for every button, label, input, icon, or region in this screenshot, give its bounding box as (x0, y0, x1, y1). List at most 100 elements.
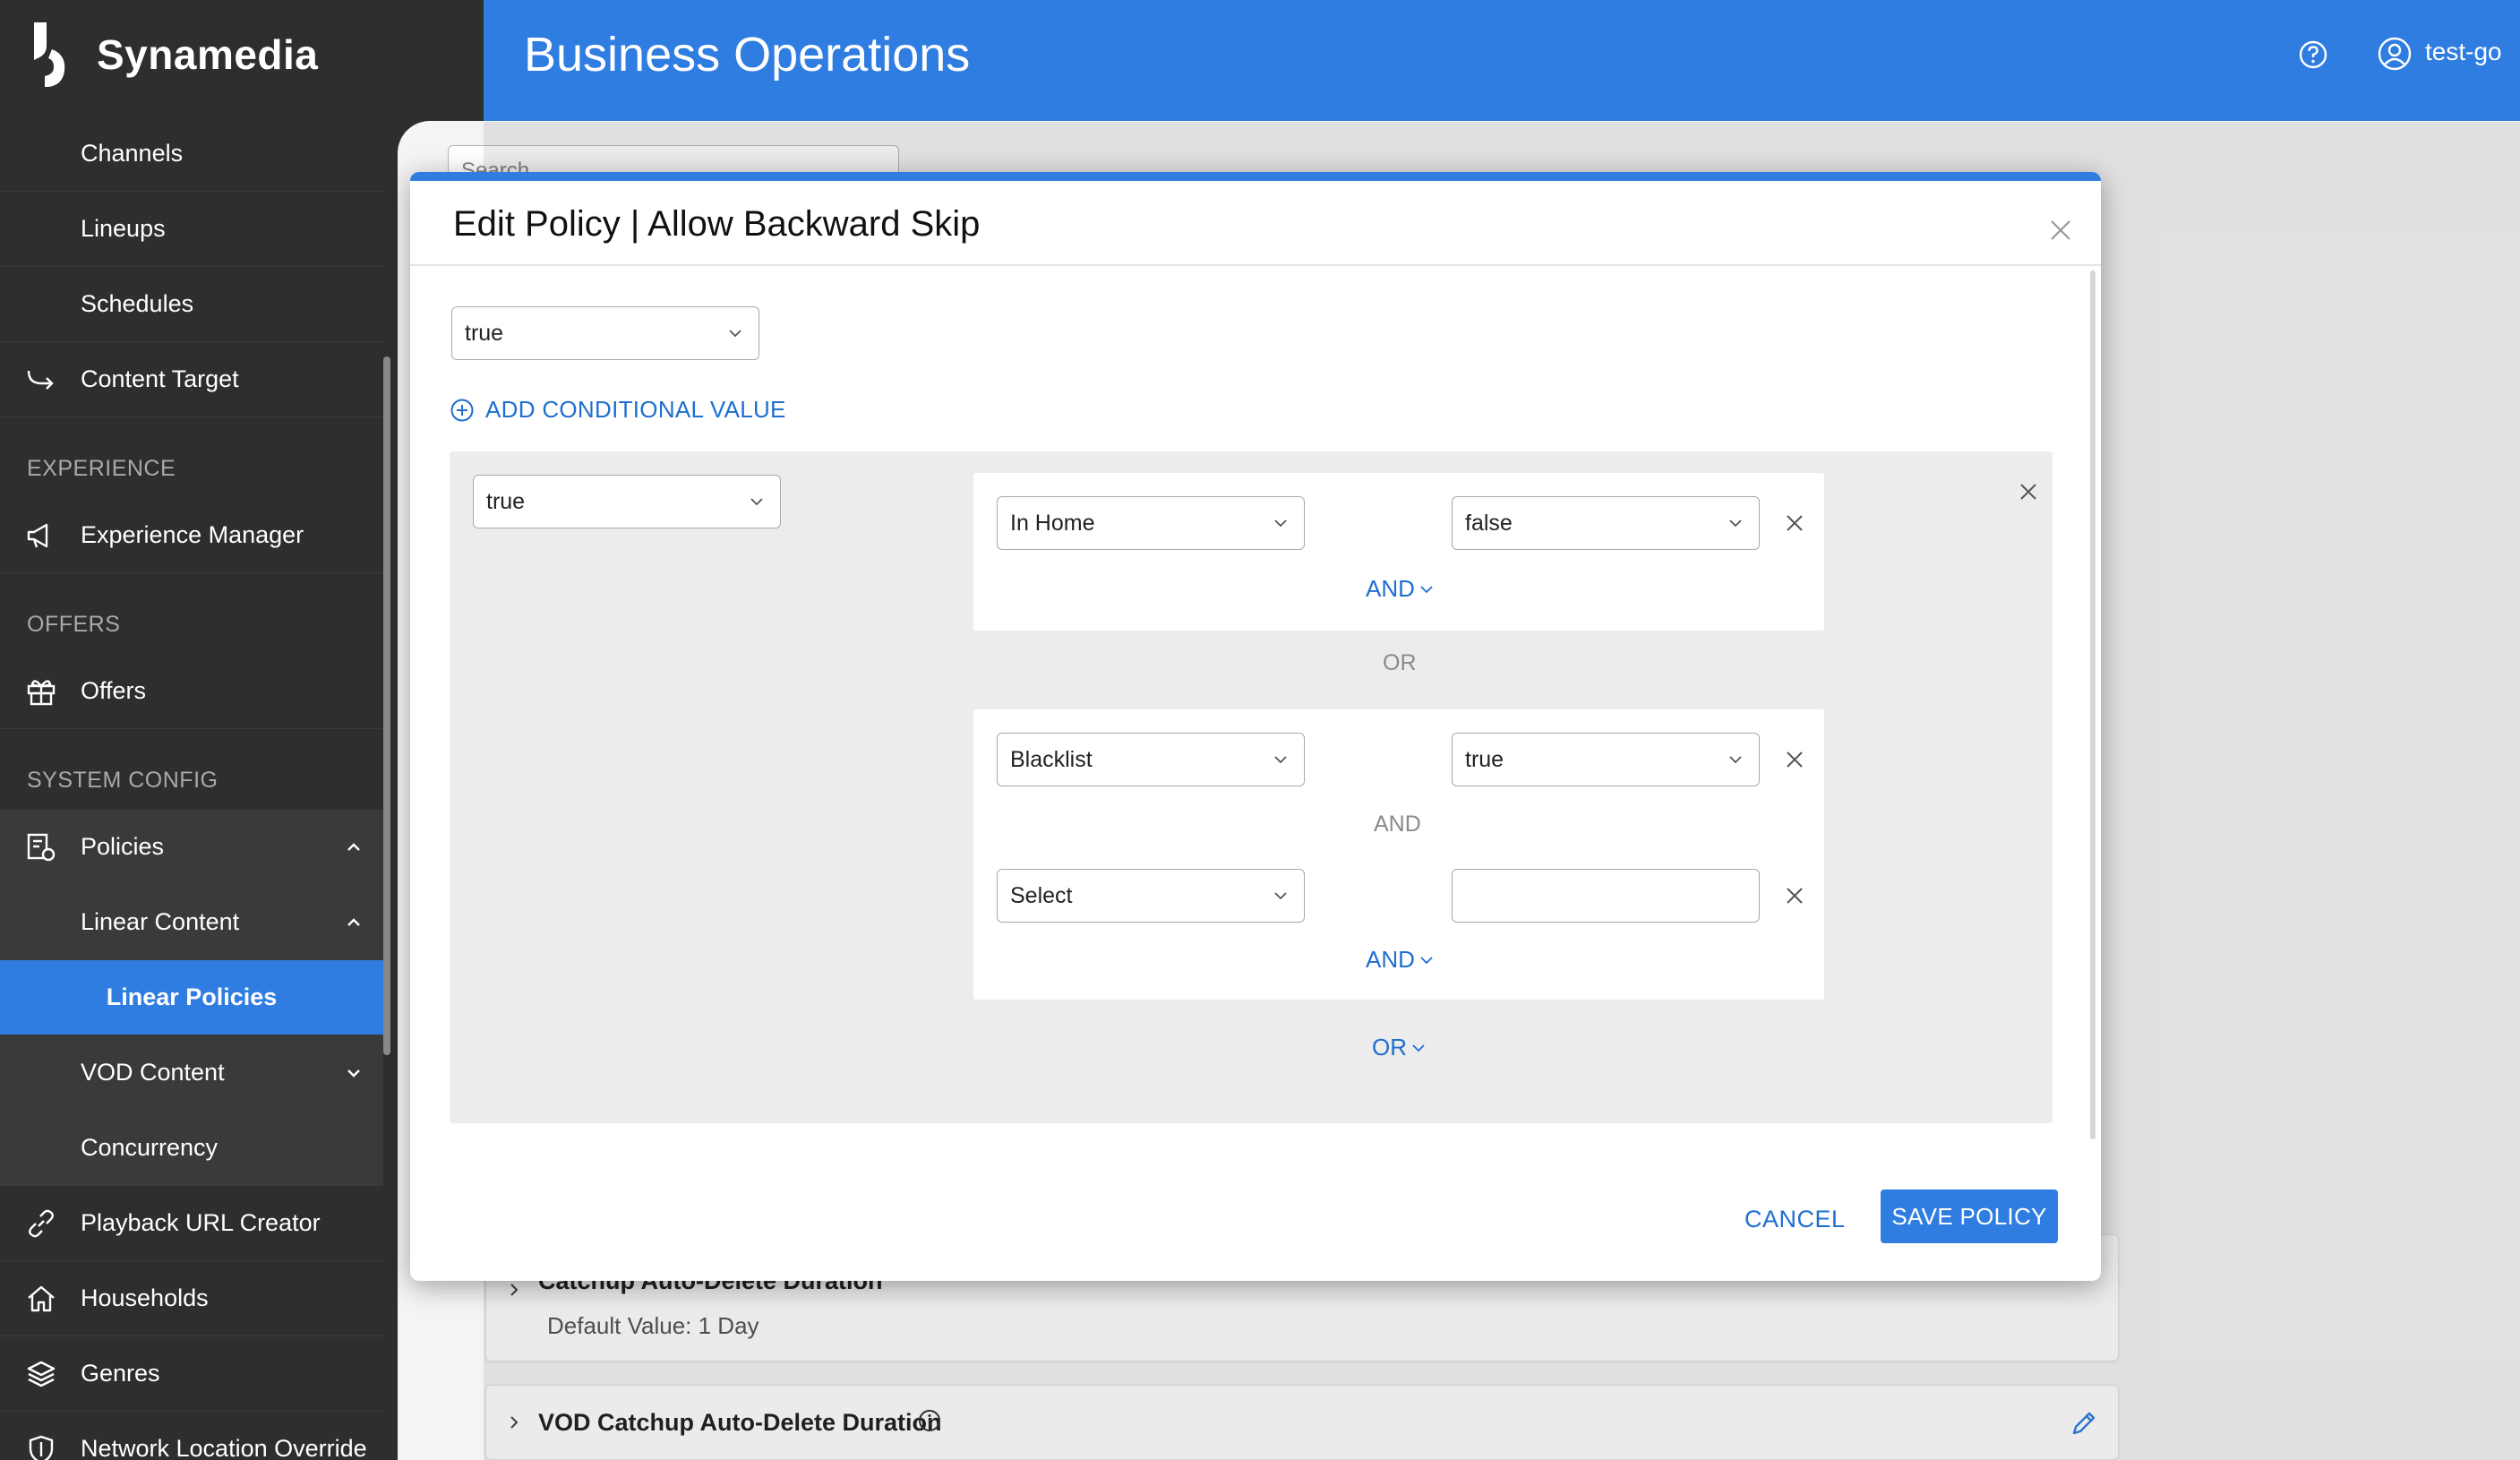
chevron-down-icon (1412, 1043, 1425, 1052)
dialog-scrollbar[interactable] (2090, 271, 2096, 1139)
chevron-down-icon (1729, 756, 1742, 764)
and-label: AND (1366, 575, 1415, 602)
user-avatar-icon[interactable] (2377, 36, 2413, 72)
sidebar-item-label: Linear Policies (106, 983, 278, 1010)
and-label: AND (1366, 946, 1415, 973)
sidebar-item-channels[interactable]: Channels (0, 116, 383, 192)
sidebar-item-concurrency[interactable]: Concurrency (0, 1111, 383, 1186)
select-value: Select (1010, 882, 1073, 908)
sidebar-item-label: Network Location Override (81, 1435, 367, 1460)
brand-name: Synamedia (97, 31, 319, 78)
brand-logo[interactable]: Synamedia (25, 16, 318, 93)
default-value-select[interactable]: true (451, 306, 759, 360)
condition-field-select[interactable]: Blacklist (997, 733, 1305, 786)
chevron-down-icon (1420, 585, 1433, 593)
sidebar-item-label: Content Target (81, 365, 239, 392)
sidebar-item-label: Households (81, 1284, 209, 1311)
sidebar-item-label: VOD Content (81, 1059, 225, 1086)
and-separator: AND (1374, 812, 1421, 837)
top-header: Business Operations test-go (484, 0, 2520, 122)
sidebar-item-playback-url-creator[interactable]: Playback URL Creator (0, 1186, 383, 1261)
close-icon[interactable] (2047, 217, 2074, 244)
condition-field-select[interactable]: In Home (997, 496, 1305, 550)
user-name[interactable]: test-go (2425, 38, 2502, 66)
sidebar-item-label: Offers (81, 677, 147, 704)
select-value: In Home (1010, 510, 1095, 536)
sidebar-item-content-target[interactable]: Content Target (0, 342, 383, 417)
sidebar-item-experience-manager[interactable]: Experience Manager (0, 498, 383, 573)
condition-value-select[interactable]: true (1452, 733, 1760, 786)
chevron-up-icon (347, 842, 360, 851)
help-icon[interactable] (2298, 39, 2328, 70)
select-value: true (465, 320, 504, 346)
condition-group-2: Blacklist true AND Select AND (973, 709, 1824, 1000)
dialog-divider (410, 264, 2101, 266)
cancel-button[interactable]: CANCEL (1744, 1206, 1846, 1233)
sidebar-item-linear-policies[interactable]: Linear Policies (0, 960, 383, 1035)
page-title: Business Operations (524, 28, 971, 82)
megaphone-icon (27, 523, 48, 547)
condition-value-input[interactable] (1452, 869, 1760, 923)
chevron-down-icon (1274, 892, 1287, 900)
plus-circle-icon (450, 399, 474, 421)
sidebar-item-genres[interactable]: Genres (0, 1336, 383, 1412)
conditional-value-select[interactable]: true (473, 475, 781, 528)
sidebar-item-policies[interactable]: Policies (0, 810, 383, 885)
chevron-down-icon (1729, 520, 1742, 528)
sidebar-scrollbar[interactable] (383, 356, 390, 1055)
select-value: true (486, 488, 526, 514)
sidebar-item-label: Policies (81, 833, 165, 860)
sidebar-item-network-location-override[interactable]: Network Location Override (0, 1412, 383, 1460)
or-label: OR (1372, 1034, 1407, 1061)
sidebar-item-schedules[interactable]: Schedules (0, 267, 383, 342)
remove-condition-icon[interactable] (1783, 511, 1806, 535)
sidebar-item-offers[interactable]: Offers (0, 654, 383, 729)
sidebar-nav: Channels Lineups Schedules Content Targe… (0, 116, 383, 1460)
chevron-up-icon (347, 917, 360, 926)
sidebar-item-label: Experience Manager (81, 521, 304, 548)
add-or-button[interactable]: OR (1372, 1034, 1427, 1061)
select-value: Blacklist (1010, 746, 1093, 772)
chevron-down-icon (750, 498, 763, 506)
home-icon (28, 1285, 55, 1311)
sidebar-item-linear-content[interactable]: Linear Content (0, 885, 383, 960)
sidebar-item-label: Schedules (81, 290, 194, 317)
sidebar-item-label: Genres (81, 1360, 160, 1387)
chevron-down-icon (347, 1069, 360, 1078)
edit-policy-dialog: Edit Policy | Allow Backward Skip true A… (410, 172, 2101, 1281)
arrow-right-icon (27, 370, 54, 390)
policy-document-icon (27, 833, 56, 861)
condition-group-1: In Home false AND (973, 473, 1824, 631)
condition-value-select[interactable]: false (1452, 496, 1760, 550)
synamedia-logo-icon (34, 22, 65, 87)
sidebar-item-label: Concurrency (81, 1134, 219, 1161)
sidebar-item-households[interactable]: Households (0, 1261, 383, 1336)
sidebar-item-lineups[interactable]: Lineups (0, 192, 383, 267)
sidebar-item-vod-content[interactable]: VOD Content (0, 1035, 383, 1111)
add-and-button[interactable]: AND (1366, 946, 1435, 974)
save-policy-button[interactable]: SAVE POLICY (1881, 1189, 2058, 1243)
sidebar-item-label: Playback URL Creator (81, 1209, 321, 1236)
section-experience: EXPERIENCE (27, 456, 176, 481)
dialog-title: Edit Policy | Allow Backward Skip (453, 204, 981, 244)
add-and-button[interactable]: AND (1366, 575, 1435, 603)
chevron-down-icon (1274, 520, 1287, 528)
remove-condition-icon[interactable] (1783, 748, 1806, 771)
sidebar-item-label: Channels (81, 140, 184, 167)
layers-icon (27, 1361, 56, 1387)
link-icon (29, 1209, 54, 1237)
add-conditional-label: ADD CONDITIONAL VALUE (485, 396, 786, 423)
sidebar-item-label: Linear Content (81, 908, 240, 935)
sidebar-item-label: Lineups (81, 215, 166, 242)
gift-icon (27, 679, 56, 705)
condition-field-select[interactable]: Select (997, 869, 1305, 923)
shield-icon (29, 1435, 54, 1460)
or-separator: OR (1383, 650, 1417, 675)
add-conditional-value-button[interactable]: ADD CONDITIONAL VALUE (450, 396, 786, 424)
remove-conditional-icon[interactable] (2017, 480, 2040, 503)
section-offers: OFFERS (27, 612, 121, 637)
chevron-down-icon (1274, 756, 1287, 764)
conditional-value-panel: true In Home false AND OR Blacklist true… (450, 451, 2053, 1123)
select-value: false (1465, 510, 1513, 536)
remove-condition-icon[interactable] (1783, 884, 1806, 907)
